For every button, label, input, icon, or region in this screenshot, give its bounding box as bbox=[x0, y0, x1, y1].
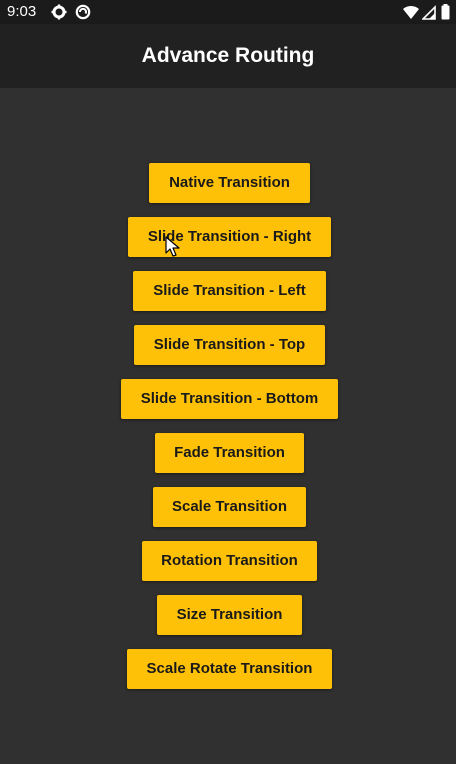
size-transition-button[interactable]: Size Transition bbox=[157, 595, 302, 635]
app-bar: Advance Routing bbox=[0, 24, 456, 88]
fade-transition-button[interactable]: Fade Transition bbox=[155, 433, 304, 473]
slide-transition-bottom-button[interactable]: Slide Transition - Bottom bbox=[121, 379, 338, 419]
status-time: 9:03 bbox=[7, 3, 37, 20]
at-sign-icon bbox=[75, 4, 91, 20]
gear-icon bbox=[51, 4, 67, 20]
scale-transition-button[interactable]: Scale Transition bbox=[153, 487, 306, 527]
cellular-signal-icon bbox=[422, 5, 436, 20]
rotation-transition-button[interactable]: Rotation Transition bbox=[142, 541, 317, 581]
slide-transition-left-button[interactable]: Slide Transition - Left bbox=[133, 271, 326, 311]
wifi-icon bbox=[403, 5, 419, 19]
slide-transition-top-button[interactable]: Slide Transition - Top bbox=[134, 325, 325, 365]
status-bar: 9:03 bbox=[0, 0, 456, 24]
slide-transition-right-button[interactable]: Slide Transition - Right bbox=[128, 217, 331, 257]
native-transition-button[interactable]: Native Transition bbox=[149, 163, 310, 203]
battery-icon bbox=[441, 4, 450, 20]
page-title: Advance Routing bbox=[141, 44, 315, 67]
scale-rotate-transition-button[interactable]: Scale Rotate Transition bbox=[127, 649, 332, 689]
button-list: Native Transition Slide Transition - Rig… bbox=[0, 88, 456, 764]
